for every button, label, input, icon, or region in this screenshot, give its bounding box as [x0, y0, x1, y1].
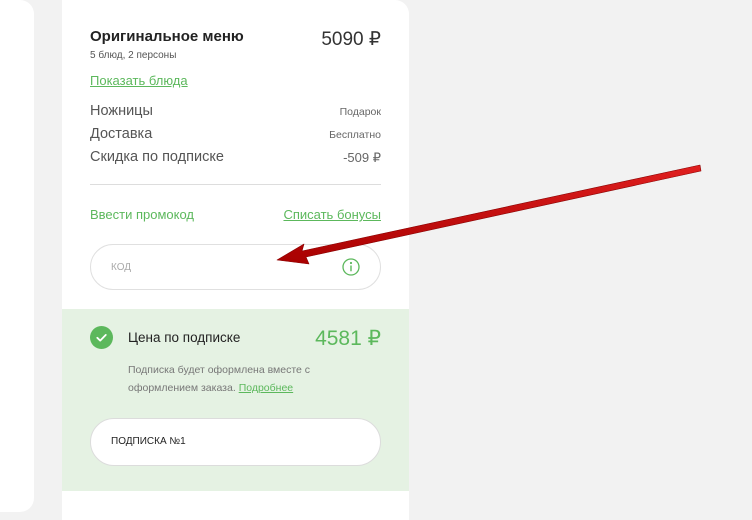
subscription-plan-select[interactable]: ПОДПИСКА №1	[90, 418, 381, 466]
subscription-plan-value: ПОДПИСКА №1	[111, 436, 186, 447]
order-summary-card: Оригинальное меню 5090 ₽ 5 блюд, 2 персо…	[62, 0, 409, 520]
menu-price: 5090 ₽	[321, 29, 381, 50]
summary-row-value: Бесплатно	[329, 129, 381, 141]
summary-row-discount: Скидка по подписке -509 ₽	[90, 149, 381, 169]
summary-row-label: Доставка	[90, 126, 153, 142]
promo-code-input[interactable]	[90, 244, 381, 290]
menu-subtitle: 5 блюд, 2 персоны	[90, 50, 177, 61]
summary-row-gift: Ножницы Подарок	[90, 103, 381, 123]
summary-row-label: Скидка по подписке	[90, 149, 224, 165]
more-details-link[interactable]: Подробнее	[239, 382, 293, 394]
summary-row-label: Ножницы	[90, 103, 153, 119]
info-icon[interactable]	[342, 258, 360, 276]
use-bonus-link[interactable]: Списать бонусы	[283, 207, 381, 222]
menu-title: Оригинальное меню	[90, 28, 244, 45]
show-dishes-link[interactable]: Показать блюда	[90, 73, 188, 88]
subscription-panel: Цена по подписке 4581 ₽ Подписка будет о…	[62, 309, 409, 491]
summary-row-value: -509 ₽	[343, 150, 381, 165]
enter-promo-link[interactable]: Ввести промокод	[90, 207, 194, 222]
previous-card	[0, 0, 34, 512]
summary-row-value: Подарок	[339, 106, 381, 118]
summary-row-delivery: Доставка Бесплатно	[90, 126, 381, 146]
check-circle-icon[interactable]	[90, 326, 113, 349]
subscription-price-label: Цена по подписке	[128, 330, 241, 345]
order-summary-content: Оригинальное меню 5090 ₽ 5 блюд, 2 персо…	[90, 0, 381, 309]
subscription-price: 4581 ₽	[315, 327, 381, 350]
divider	[90, 184, 381, 185]
subscription-note: Подписка будет оформлена вместе с оформл…	[128, 361, 358, 397]
